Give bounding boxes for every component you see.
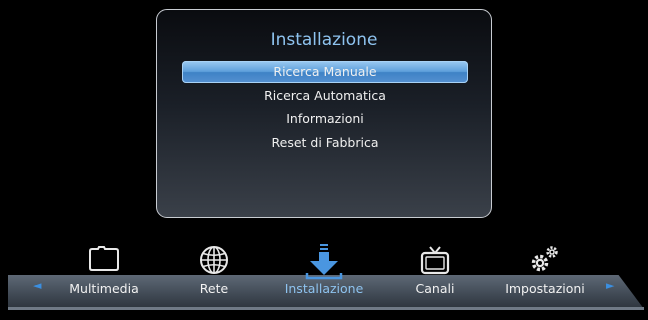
- nav-right-arrow-icon[interactable]: ►: [606, 279, 614, 292]
- panel-title: Installazione: [270, 30, 378, 50]
- installation-panel: Installazione Ricerca Manuale Ricerca Au…: [156, 9, 492, 218]
- nav-item-label: Impostazioni: [505, 281, 585, 296]
- nav-item-label: Installazione: [284, 281, 364, 296]
- nav-item-label: Rete: [199, 281, 229, 296]
- nav-item-label: Canali: [415, 281, 455, 296]
- folder-icon: [84, 244, 124, 276]
- menu-item-ricerca-manuale[interactable]: Ricerca Manuale: [182, 61, 468, 83]
- installation-menu: Ricerca Manuale Ricerca Automatica Infor…: [182, 61, 468, 155]
- nav-item-label: Multimedia: [69, 281, 139, 296]
- nav-left-arrow-icon[interactable]: ◄: [33, 279, 41, 292]
- globe-icon: [194, 244, 234, 276]
- gears-icon: [525, 244, 565, 276]
- menu-item-reset-di-fabbrica[interactable]: Reset di Fabbrica: [182, 132, 468, 154]
- menu-item-ricerca-automatica[interactable]: Ricerca Automatica: [182, 85, 468, 107]
- tv-icon: [415, 244, 455, 276]
- menu-item-informazioni[interactable]: Informazioni: [182, 108, 468, 130]
- download-icon: [304, 244, 344, 280]
- nav-bar-divider: [8, 307, 644, 310]
